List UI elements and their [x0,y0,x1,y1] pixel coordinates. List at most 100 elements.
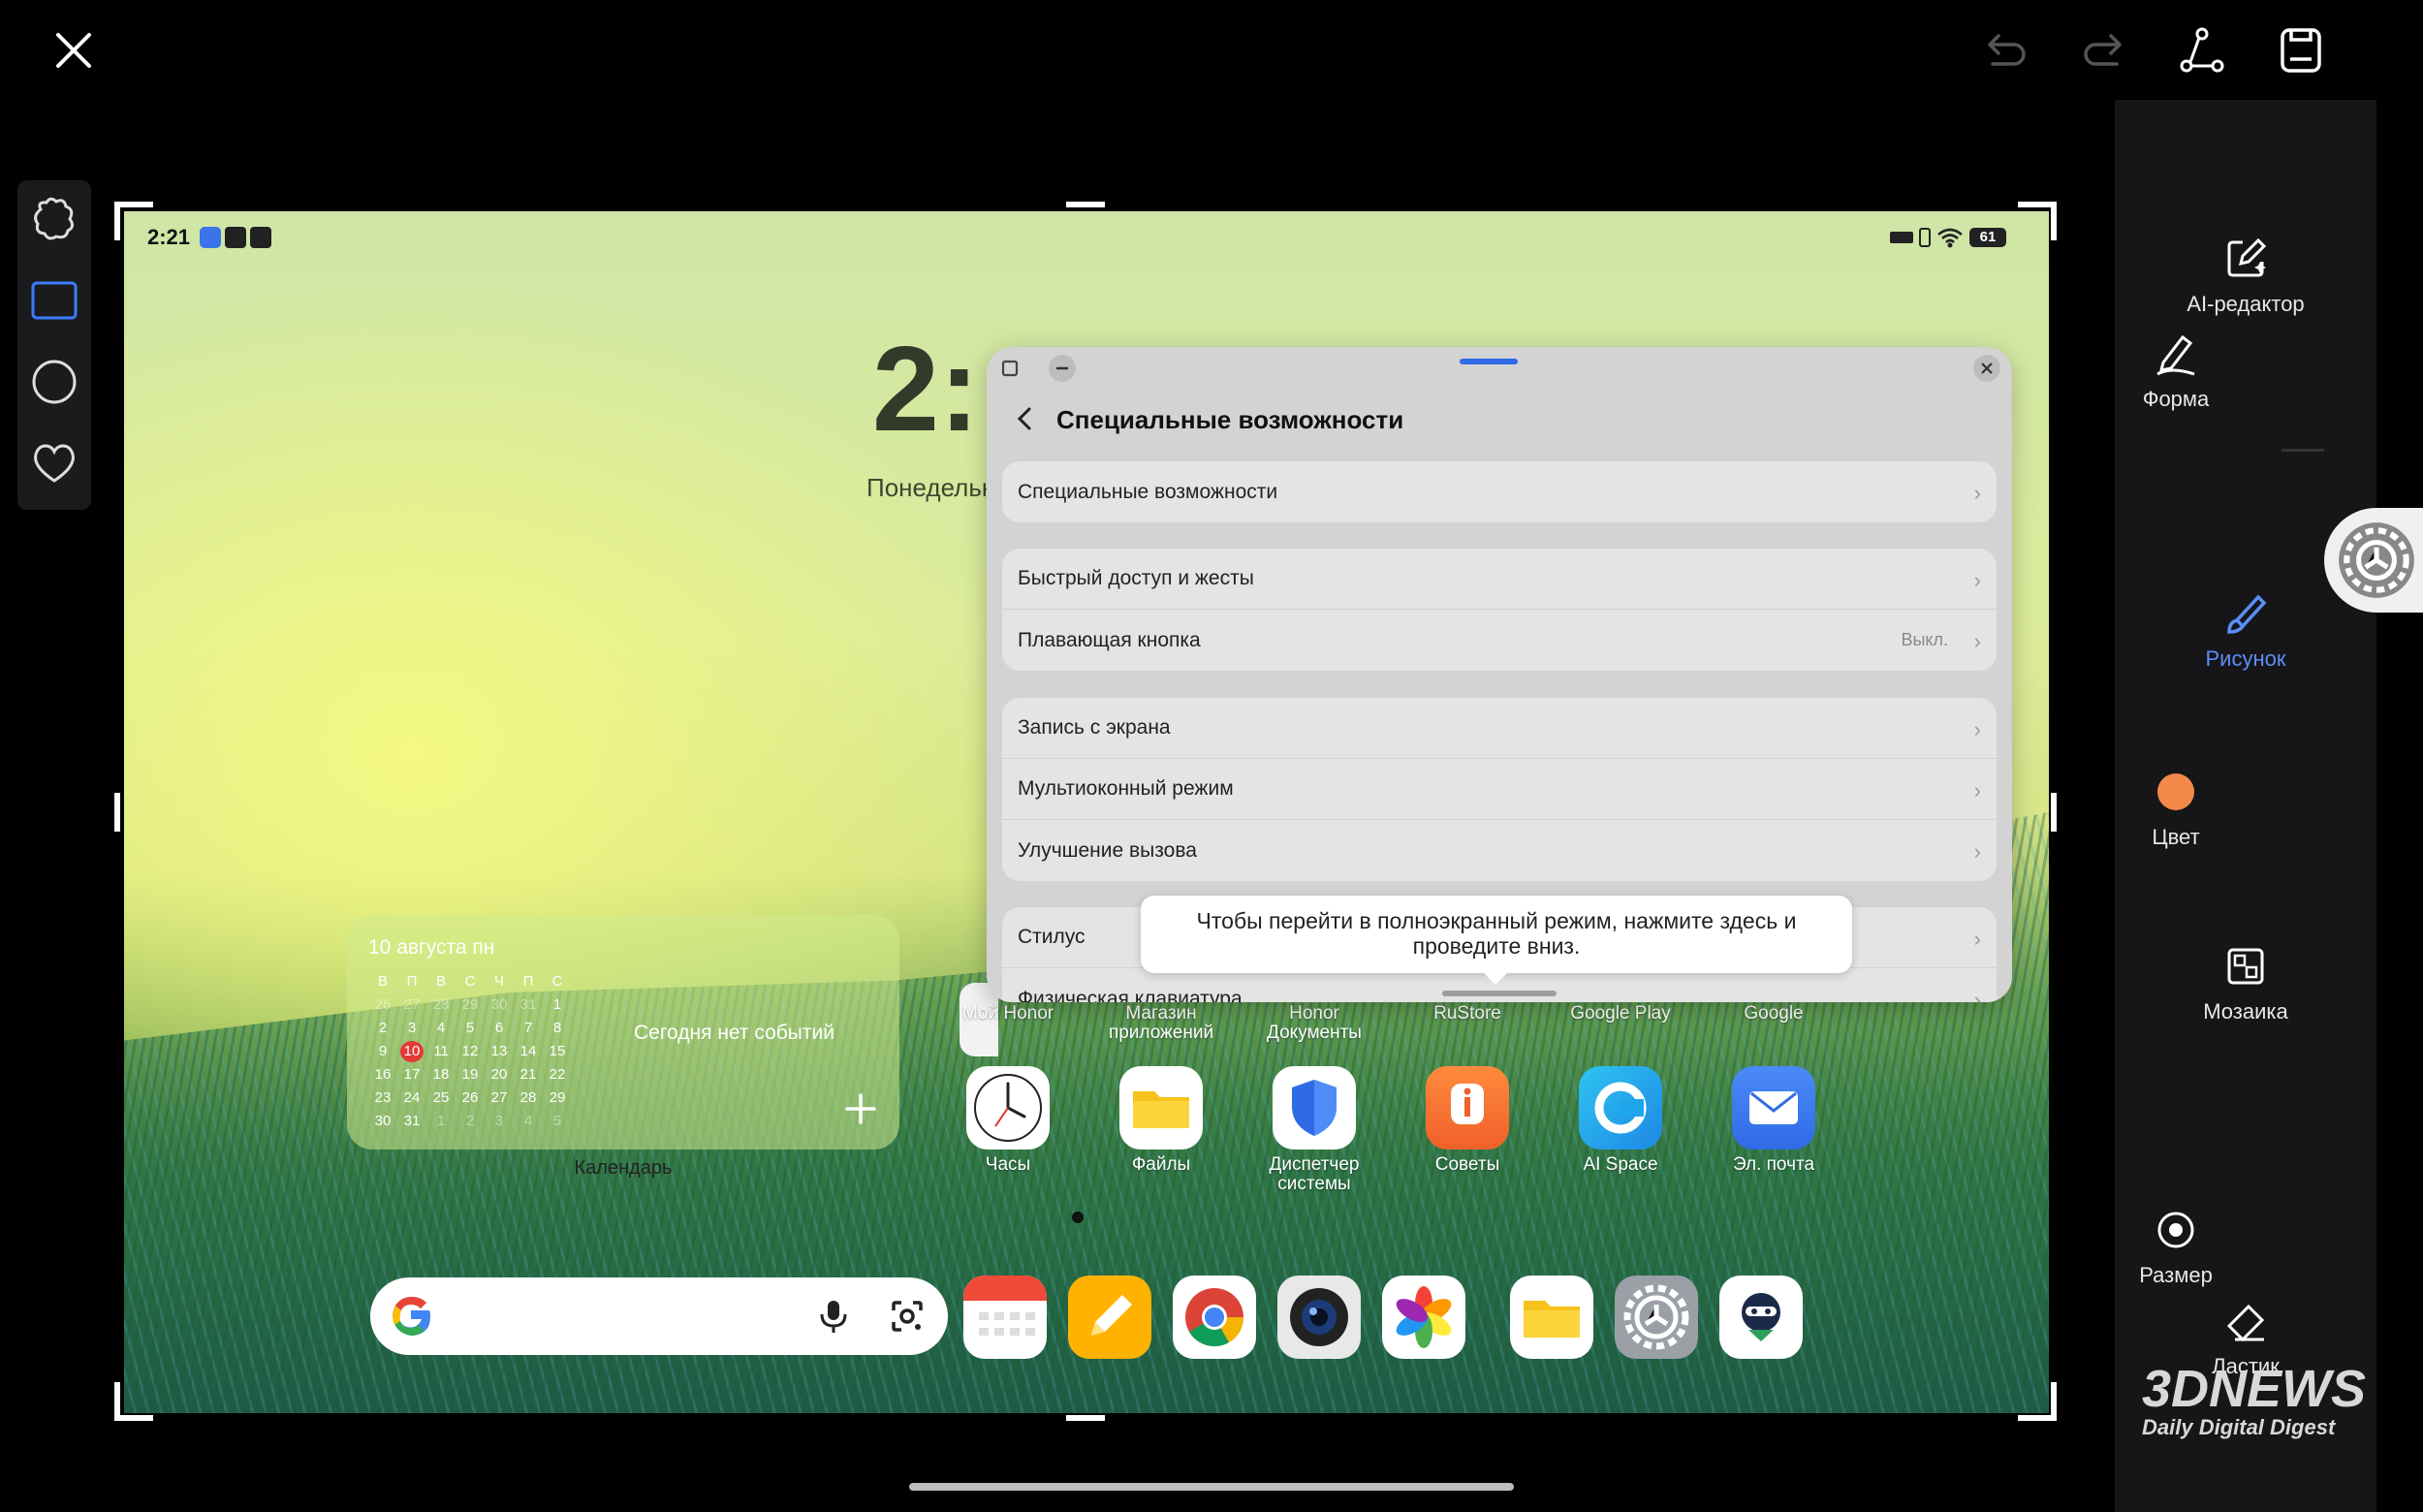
dock-files-app[interactable] [1510,1276,1593,1359]
calendar-day[interactable]: 11 [426,1041,456,1062]
window-minimize-button[interactable] [1049,355,1076,382]
calendar-widget[interactable]: 10 августа пн В П В С Ч П С 26 27 28 29 30 31 1 2 3 4 5 6 7… [347,915,899,1150]
calendar-day[interactable]: 17 [397,1064,426,1086]
crop-edge-right[interactable] [2051,793,2057,832]
app-google-play[interactable]: Google Play [1553,1004,1688,1024]
app-app-store[interactable]: Магазин приложений [1093,1004,1229,1043]
tool-size[interactable]: Размер [2093,1201,2258,1288]
app-my-honor[interactable]: Мой Honor [940,1004,1076,1024]
app-files[interactable]: Файлы [1093,1066,1229,1175]
dock-vpn-app[interactable] [1719,1276,1803,1359]
calendar-day[interactable]: 26 [368,994,397,1016]
dock-chrome-app[interactable] [1173,1276,1256,1359]
app-clock[interactable]: Часы [940,1066,1076,1175]
tool-drawing[interactable]: Рисунок [2163,584,2328,672]
calendar-day[interactable]: 21 [514,1064,543,1086]
app-tips[interactable]: Советы [1400,1066,1535,1175]
dock-gallery-app[interactable] [1382,1276,1465,1359]
app-rustore[interactable]: RuStore [1400,1004,1535,1024]
calendar-day[interactable]: 20 [485,1064,514,1086]
calendar-day[interactable]: 31 [397,1111,426,1132]
dock-camera-app[interactable] [1277,1276,1361,1359]
calendar-day[interactable]: 22 [543,1064,572,1086]
calendar-day[interactable]: 29 [456,994,485,1016]
calendar-day[interactable]: 12 [456,1041,485,1062]
path-button[interactable] [2173,21,2231,79]
fullscreen-hint-tooltip[interactable]: Чтобы перейти в полноэкранный режим, наж… [1141,896,1852,985]
close-button[interactable] [50,27,97,74]
shape-heart[interactable] [25,434,83,492]
save-button[interactable] [2272,21,2330,79]
window-maximize-button[interactable] [996,355,1023,382]
calendar-day[interactable]: 28 [514,1087,543,1109]
redo-button[interactable] [2074,21,2132,79]
calendar-day[interactable]: 27 [397,994,426,1016]
tool-shape[interactable]: Форма [2093,325,2258,412]
calendar-day[interactable]: 9 [368,1041,397,1062]
calendar-day[interactable]: 19 [456,1064,485,1086]
settings-row[interactable]: Плавающая кнопка Выкл. › [1002,610,1997,671]
calendar-day[interactable]: 24 [397,1087,426,1109]
shape-puzzle[interactable] [25,190,83,248]
screenshot-canvas[interactable]: 2:21 61 2: Понедельн 10 августа пн ВПВСЧ… [124,211,2049,1413]
calendar-day[interactable]: 2 [456,1111,485,1132]
window-bottom-handle[interactable] [1442,991,1557,996]
app-system-manager[interactable]: Диспетчер системы [1246,1066,1382,1194]
calendar-day[interactable]: 5 [456,1018,485,1039]
shape-circle[interactable] [25,353,83,411]
settings-row[interactable]: Мультиоконный режим › [1002,759,1997,820]
undo-button[interactable] [1977,21,2035,79]
calendar-day[interactable]: 25 [426,1087,456,1109]
window-close-button[interactable] [1973,355,2000,382]
app-honor-docs[interactable]: Honor Документы [1246,1004,1382,1043]
dock-calendar-app[interactable] [963,1276,1047,1359]
calendar-day[interactable]: 2 [368,1018,397,1039]
calendar-day[interactable]: 1 [543,994,572,1016]
crop-edge-left[interactable] [114,793,120,832]
calendar-day[interactable]: 1 [426,1111,456,1132]
calendar-day[interactable]: 8 [543,1018,572,1039]
gesture-bar[interactable] [909,1483,1514,1491]
settings-row[interactable]: Улучшение вызова › [1002,820,1997,881]
dock-settings-app[interactable] [1615,1276,1698,1359]
tool-mosaic[interactable]: Мозаика [2163,937,2328,1024]
app-google[interactable]: Google [1706,1004,1841,1024]
calendar-day[interactable]: 5 [543,1111,572,1132]
calendar-day[interactable]: 10 [397,1041,426,1062]
calendar-day[interactable]: 27 [485,1087,514,1109]
calendar-day[interactable]: 13 [485,1041,514,1062]
google-search-bar[interactable] [370,1277,948,1355]
settings-row[interactable]: Быстрый доступ и жесты › [1002,549,1997,610]
calendar-day[interactable]: 23 [368,1087,397,1109]
app-email[interactable]: Эл. почта [1706,1066,1841,1175]
microphone-icon[interactable] [814,1297,853,1336]
lens-icon[interactable] [888,1297,927,1336]
back-button[interactable] [1010,403,1039,434]
crop-edge-top[interactable] [1066,202,1105,207]
add-event-button[interactable] [839,1087,882,1130]
tool-color[interactable]: Цвет [2093,763,2258,850]
calendar-day[interactable]: 16 [368,1064,397,1086]
calendar-day[interactable]: 4 [426,1018,456,1039]
calendar-day[interactable]: 26 [456,1087,485,1109]
dock-notes-app[interactable] [1068,1276,1151,1359]
calendar-day[interactable]: 28 [426,994,456,1016]
calendar-day[interactable]: 15 [543,1041,572,1062]
app-ai-space[interactable]: AI Space [1553,1066,1688,1175]
window-drag-handle[interactable] [1460,359,1518,364]
calendar-day[interactable]: 18 [426,1064,456,1086]
settings-row[interactable]: Специальные возможности › [1002,461,1997,522]
shape-rectangle[interactable] [25,271,83,330]
calendar-day[interactable]: 4 [514,1111,543,1132]
crop-edge-bottom[interactable] [1066,1415,1105,1421]
calendar-day[interactable]: 14 [514,1041,543,1062]
settings-row[interactable]: Запись с экрана › [1002,698,1997,759]
calendar-day[interactable]: 30 [485,994,514,1016]
calendar-day[interactable]: 7 [514,1018,543,1039]
calendar-day[interactable]: 3 [397,1018,426,1039]
calendar-day[interactable]: 29 [543,1087,572,1109]
page-indicator[interactable] [1072,1212,1084,1223]
calendar-day[interactable]: 30 [368,1111,397,1132]
floating-assist-button[interactable] [2324,508,2423,613]
calendar-day[interactable]: 3 [485,1111,514,1132]
